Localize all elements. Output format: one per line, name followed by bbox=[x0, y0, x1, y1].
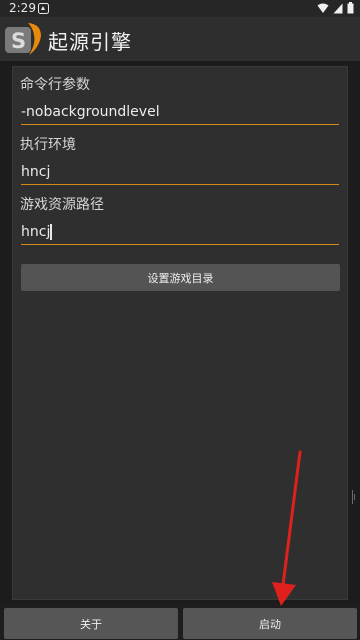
source-engine-logo-icon: S bbox=[5, 23, 41, 55]
game-path-label: 游戏资源路径 bbox=[20, 197, 104, 213]
settings-panel: 命令行参数 -nobackgroundlevel 执行环境 hncj 游戏资源路… bbox=[12, 66, 348, 600]
bottom-bar: 关于 启动 bbox=[0, 604, 360, 640]
notification-icon bbox=[38, 3, 49, 14]
exec-env-label: 执行环境 bbox=[20, 137, 76, 153]
status-bar: 2:29 bbox=[0, 0, 360, 17]
cmdline-args-input[interactable]: -nobackgroundlevel bbox=[21, 102, 339, 125]
app-screen: 2:29 S 起源引擎 命令行参数 -nobackgroundlevel 执行环… bbox=[0, 0, 360, 640]
exec-env-value: hncj bbox=[21, 164, 51, 180]
text-caret bbox=[50, 224, 52, 240]
exec-env-input[interactable]: hncj bbox=[21, 162, 339, 185]
cmdline-args-value: -nobackgroundlevel bbox=[21, 104, 160, 120]
game-path-input[interactable]: hncj bbox=[21, 222, 339, 245]
status-icons bbox=[317, 2, 354, 14]
battery-icon bbox=[347, 2, 354, 14]
scroll-edge-marker bbox=[352, 490, 355, 504]
cmdline-args-label: 命令行参数 bbox=[20, 77, 90, 93]
start-button[interactable]: 启动 bbox=[183, 608, 357, 639]
wifi-icon bbox=[317, 3, 329, 13]
about-button[interactable]: 关于 bbox=[4, 608, 178, 639]
svg-text:S: S bbox=[11, 29, 26, 53]
game-path-value: hncj bbox=[21, 224, 51, 240]
set-game-dir-button[interactable]: 设置游戏目录 bbox=[21, 264, 340, 291]
signal-icon bbox=[333, 3, 343, 13]
app-bar: S 起源引擎 bbox=[0, 17, 360, 61]
app-title: 起源引擎 bbox=[48, 30, 132, 54]
status-time: 2:29 bbox=[9, 1, 36, 15]
